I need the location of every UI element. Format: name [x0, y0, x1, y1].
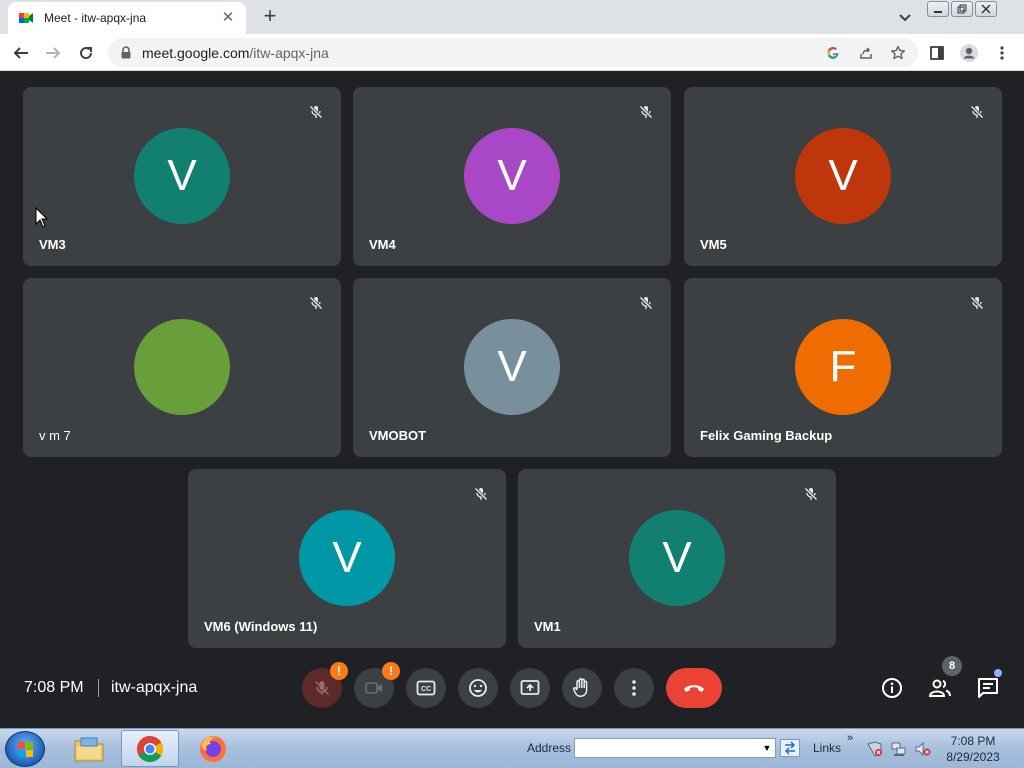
participant-count-badge: 8 [942, 656, 962, 676]
tab-close-icon[interactable]: ✕ [220, 10, 236, 26]
mic-off-icon [305, 292, 327, 314]
lock-icon[interactable] [120, 46, 132, 59]
captions-button[interactable]: CC [406, 668, 446, 708]
mouse-cursor-icon [35, 206, 49, 229]
minimize-icon[interactable] [927, 1, 949, 17]
leave-call-button[interactable] [666, 668, 722, 708]
google-translate-icon[interactable] [824, 44, 842, 62]
window-controls [927, 1, 997, 17]
back-arrow-icon[interactable] [10, 42, 32, 64]
mic-off-icon [635, 292, 657, 314]
camera-warning-badge: ! [382, 662, 400, 680]
address-input[interactable]: ▼ [574, 738, 776, 758]
browser-toolbar: meet.google.com/itw-apqx-jna [0, 34, 1024, 71]
participant-tile[interactable]: V VMOBOT [353, 278, 671, 457]
address-go-icon[interactable] [780, 739, 800, 757]
participant-name: VM1 [534, 619, 561, 634]
raise-hand-button[interactable] [562, 668, 602, 708]
participant-name: VM4 [369, 237, 396, 252]
address-dropdown-icon[interactable]: ▼ [759, 739, 775, 757]
avatar: V [629, 510, 725, 606]
restore-icon[interactable] [951, 1, 973, 17]
kebab-menu-icon[interactable] [991, 42, 1013, 64]
share-icon[interactable] [857, 44, 875, 62]
mic-toggle-button[interactable]: ! [302, 662, 348, 708]
divider [98, 679, 99, 697]
participant-name: VM5 [700, 237, 727, 252]
system-date: 8/29/2023 [946, 750, 1000, 764]
url-host: meet.google.com [142, 45, 250, 61]
participant-name: VM3 [39, 237, 66, 252]
start-button[interactable] [5, 731, 45, 767]
tab-title: Meet - itw-apqx-jna [44, 11, 147, 25]
mic-warning-badge: ! [330, 662, 348, 680]
taskbar-firefox-icon[interactable] [184, 730, 242, 767]
taskbar-chrome-icon[interactable] [121, 730, 179, 767]
new-tab-plus-icon[interactable]: + [259, 5, 281, 28]
system-time: 7:08 PM [950, 734, 996, 748]
participant-tile[interactable]: V VM3 [23, 87, 341, 266]
participant-tile[interactable]: V VM4 [353, 87, 671, 266]
participant-name: Felix Gaming Backup [700, 428, 833, 443]
url-text: meet.google.com/itw-apqx-jna [142, 45, 329, 61]
avatar: V [134, 128, 230, 224]
tab-strip: Meet - itw-apqx-jna ✕ + [0, 0, 1024, 34]
mic-off-icon [470, 483, 492, 505]
forward-arrow-icon[interactable] [42, 42, 64, 64]
mic-off-icon [966, 101, 988, 123]
avatar: V [299, 510, 395, 606]
side-panel-icon[interactable] [926, 42, 948, 64]
avatar: V [464, 319, 560, 415]
chat-notification-dot [994, 669, 1002, 677]
address-label: Address [527, 741, 572, 755]
taskbar: Address ▼ Links » 7:08 PM 8/29/2023 [0, 728, 1024, 768]
people-icon[interactable] [927, 675, 953, 701]
mic-off-icon [635, 101, 657, 123]
meeting-info-icon[interactable] [879, 675, 905, 701]
tab-search-chevron-icon[interactable] [896, 8, 914, 26]
avatar: V [464, 128, 560, 224]
profile-avatar-icon[interactable] [958, 42, 980, 64]
tray-network-icon[interactable] [891, 741, 907, 757]
participant-tile[interactable]: V VM6 (Windows 11) [188, 469, 506, 648]
present-screen-button[interactable] [510, 668, 550, 708]
participant-tile[interactable]: F Felix Gaming Backup [684, 278, 1002, 457]
more-options-icon[interactable] [614, 668, 654, 708]
participant-name: v m 7 [39, 428, 71, 443]
address-bar[interactable]: meet.google.com/itw-apqx-jna [108, 38, 918, 67]
participant-tile[interactable]: v m 7 [23, 278, 341, 457]
participant-name: VM6 (Windows 11) [204, 619, 318, 634]
url-path: /itw-apqx-jna [249, 45, 329, 61]
google-meet-favicon-icon [18, 10, 34, 26]
mic-off-icon [966, 292, 988, 314]
avatar [134, 319, 230, 415]
svg-text:CC: CC [421, 686, 431, 693]
mic-off-icon [800, 483, 822, 505]
tray-security-icon[interactable] [867, 741, 883, 757]
meeting-code: itw-apqx-jna [111, 679, 198, 696]
emoji-reaction-button[interactable] [458, 668, 498, 708]
tab-meet[interactable]: Meet - itw-apqx-jna ✕ [8, 2, 246, 34]
avatar: V [795, 128, 891, 224]
window-close-icon[interactable] [975, 1, 997, 17]
taskbar-explorer-icon[interactable] [60, 730, 118, 767]
participant-tile[interactable]: V VM5 [684, 87, 1002, 266]
system-clock[interactable]: 7:08 PM 8/29/2023 [938, 733, 1008, 765]
mic-off-icon [305, 101, 327, 123]
links-chevron-icon[interactable]: » [847, 732, 853, 744]
bookmark-star-icon[interactable] [889, 44, 907, 62]
meeting-clock: 7:08 PM [24, 679, 84, 696]
links-label[interactable]: Links [813, 741, 841, 755]
reload-icon[interactable] [75, 42, 97, 64]
windows-logo-icon [18, 742, 34, 758]
avatar: F [795, 319, 891, 415]
camera-toggle-button[interactable]: ! [354, 662, 400, 708]
participant-name: VMOBOT [369, 428, 427, 443]
participant-tile[interactable]: V VM1 [518, 469, 836, 648]
tray-volume-muted-icon[interactable] [915, 741, 931, 757]
chat-icon[interactable] [975, 675, 1001, 701]
